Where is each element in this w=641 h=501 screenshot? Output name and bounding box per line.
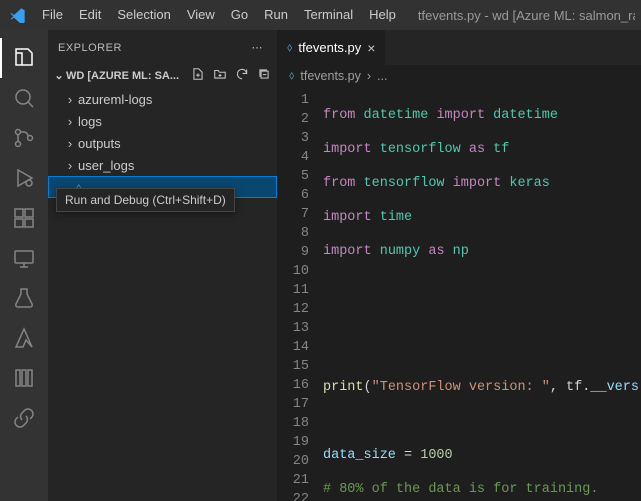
chevron-right-icon: › bbox=[367, 69, 371, 83]
breadcrumbs[interactable]: ⬨ tfevents.py › ... bbox=[277, 65, 641, 87]
tab-tfevents[interactable]: ⬨ tfevents.py × bbox=[277, 30, 386, 65]
tree-folder[interactable]: ›azureml-logs bbox=[48, 88, 277, 110]
editor-group: ⬨ tfevents.py × ⬨ tfevents.py › ... 1234… bbox=[277, 30, 641, 501]
chevron-down-icon: ⌄ bbox=[52, 69, 66, 82]
breadcrumb-rest: ... bbox=[377, 69, 387, 83]
library-icon[interactable] bbox=[0, 358, 48, 398]
close-icon[interactable]: × bbox=[367, 40, 375, 56]
code-lines[interactable]: from datetime import datetime import ten… bbox=[323, 87, 641, 501]
extensions-icon[interactable] bbox=[0, 198, 48, 238]
python-file-icon: ⬨ bbox=[289, 68, 294, 83]
sidebar-more-icon[interactable]: ⋯ bbox=[248, 39, 268, 56]
collapse-all-icon[interactable] bbox=[257, 67, 271, 84]
code-editor[interactable]: 12345678910111213141516171819202122 from… bbox=[277, 87, 641, 501]
remote-explorer-icon[interactable] bbox=[0, 238, 48, 278]
menu-run[interactable]: Run bbox=[256, 0, 296, 30]
new-folder-icon[interactable] bbox=[213, 67, 227, 84]
line-numbers: 12345678910111213141516171819202122 bbox=[277, 87, 323, 501]
menu-terminal[interactable]: Terminal bbox=[296, 0, 361, 30]
chevron-right-icon: › bbox=[64, 136, 76, 151]
tree-folder[interactable]: ›outputs bbox=[48, 132, 277, 154]
python-file-icon: ⬨ bbox=[287, 40, 292, 55]
sidebar-title: EXPLORER bbox=[58, 42, 122, 54]
search-icon[interactable] bbox=[0, 78, 48, 118]
menu-view[interactable]: View bbox=[179, 0, 223, 30]
run-debug-icon[interactable] bbox=[0, 158, 48, 198]
menu-selection[interactable]: Selection bbox=[109, 0, 178, 30]
tree-folder[interactable]: ›logs bbox=[48, 110, 277, 132]
explorer-icon[interactable] bbox=[0, 38, 48, 78]
menu-edit[interactable]: Edit bbox=[71, 0, 109, 30]
window-title: tfevents.py - wd [Azure ML: salmon_raisi… bbox=[418, 8, 635, 23]
workspace-name: WD [AZURE ML: SA... bbox=[66, 70, 191, 82]
tab-label: tfevents.py bbox=[298, 40, 361, 55]
activity-bar bbox=[0, 30, 48, 501]
breadcrumb-file: tfevents.py bbox=[300, 69, 360, 83]
tooltip: Run and Debug (Ctrl+Shift+D) bbox=[56, 188, 235, 212]
azure-icon[interactable] bbox=[0, 318, 48, 358]
chevron-right-icon: › bbox=[64, 158, 76, 173]
menubar: File Edit Selection View Go Run Terminal… bbox=[0, 0, 641, 30]
chevron-right-icon: › bbox=[64, 114, 76, 129]
workspace-header[interactable]: ⌄ WD [AZURE ML: SA... bbox=[48, 65, 277, 86]
menu-file[interactable]: File bbox=[34, 0, 71, 30]
refresh-icon[interactable] bbox=[235, 67, 249, 84]
sidebar: EXPLORER ⋯ ⌄ WD [AZURE ML: SA... ›azurem… bbox=[48, 30, 277, 501]
file-tree: ›azureml-logs ›logs ›outputs ›user_logs … bbox=[48, 86, 277, 200]
chevron-right-icon: › bbox=[64, 92, 76, 107]
source-control-icon[interactable] bbox=[0, 118, 48, 158]
editor-tabs: ⬨ tfevents.py × bbox=[277, 30, 641, 65]
vscode-logo-icon bbox=[10, 6, 26, 24]
test-icon[interactable] bbox=[0, 278, 48, 318]
tree-folder[interactable]: ›user_logs bbox=[48, 154, 277, 176]
menu-help[interactable]: Help bbox=[361, 0, 404, 30]
menu-go[interactable]: Go bbox=[223, 0, 256, 30]
link-icon[interactable] bbox=[0, 398, 48, 438]
new-file-icon[interactable] bbox=[191, 67, 205, 84]
